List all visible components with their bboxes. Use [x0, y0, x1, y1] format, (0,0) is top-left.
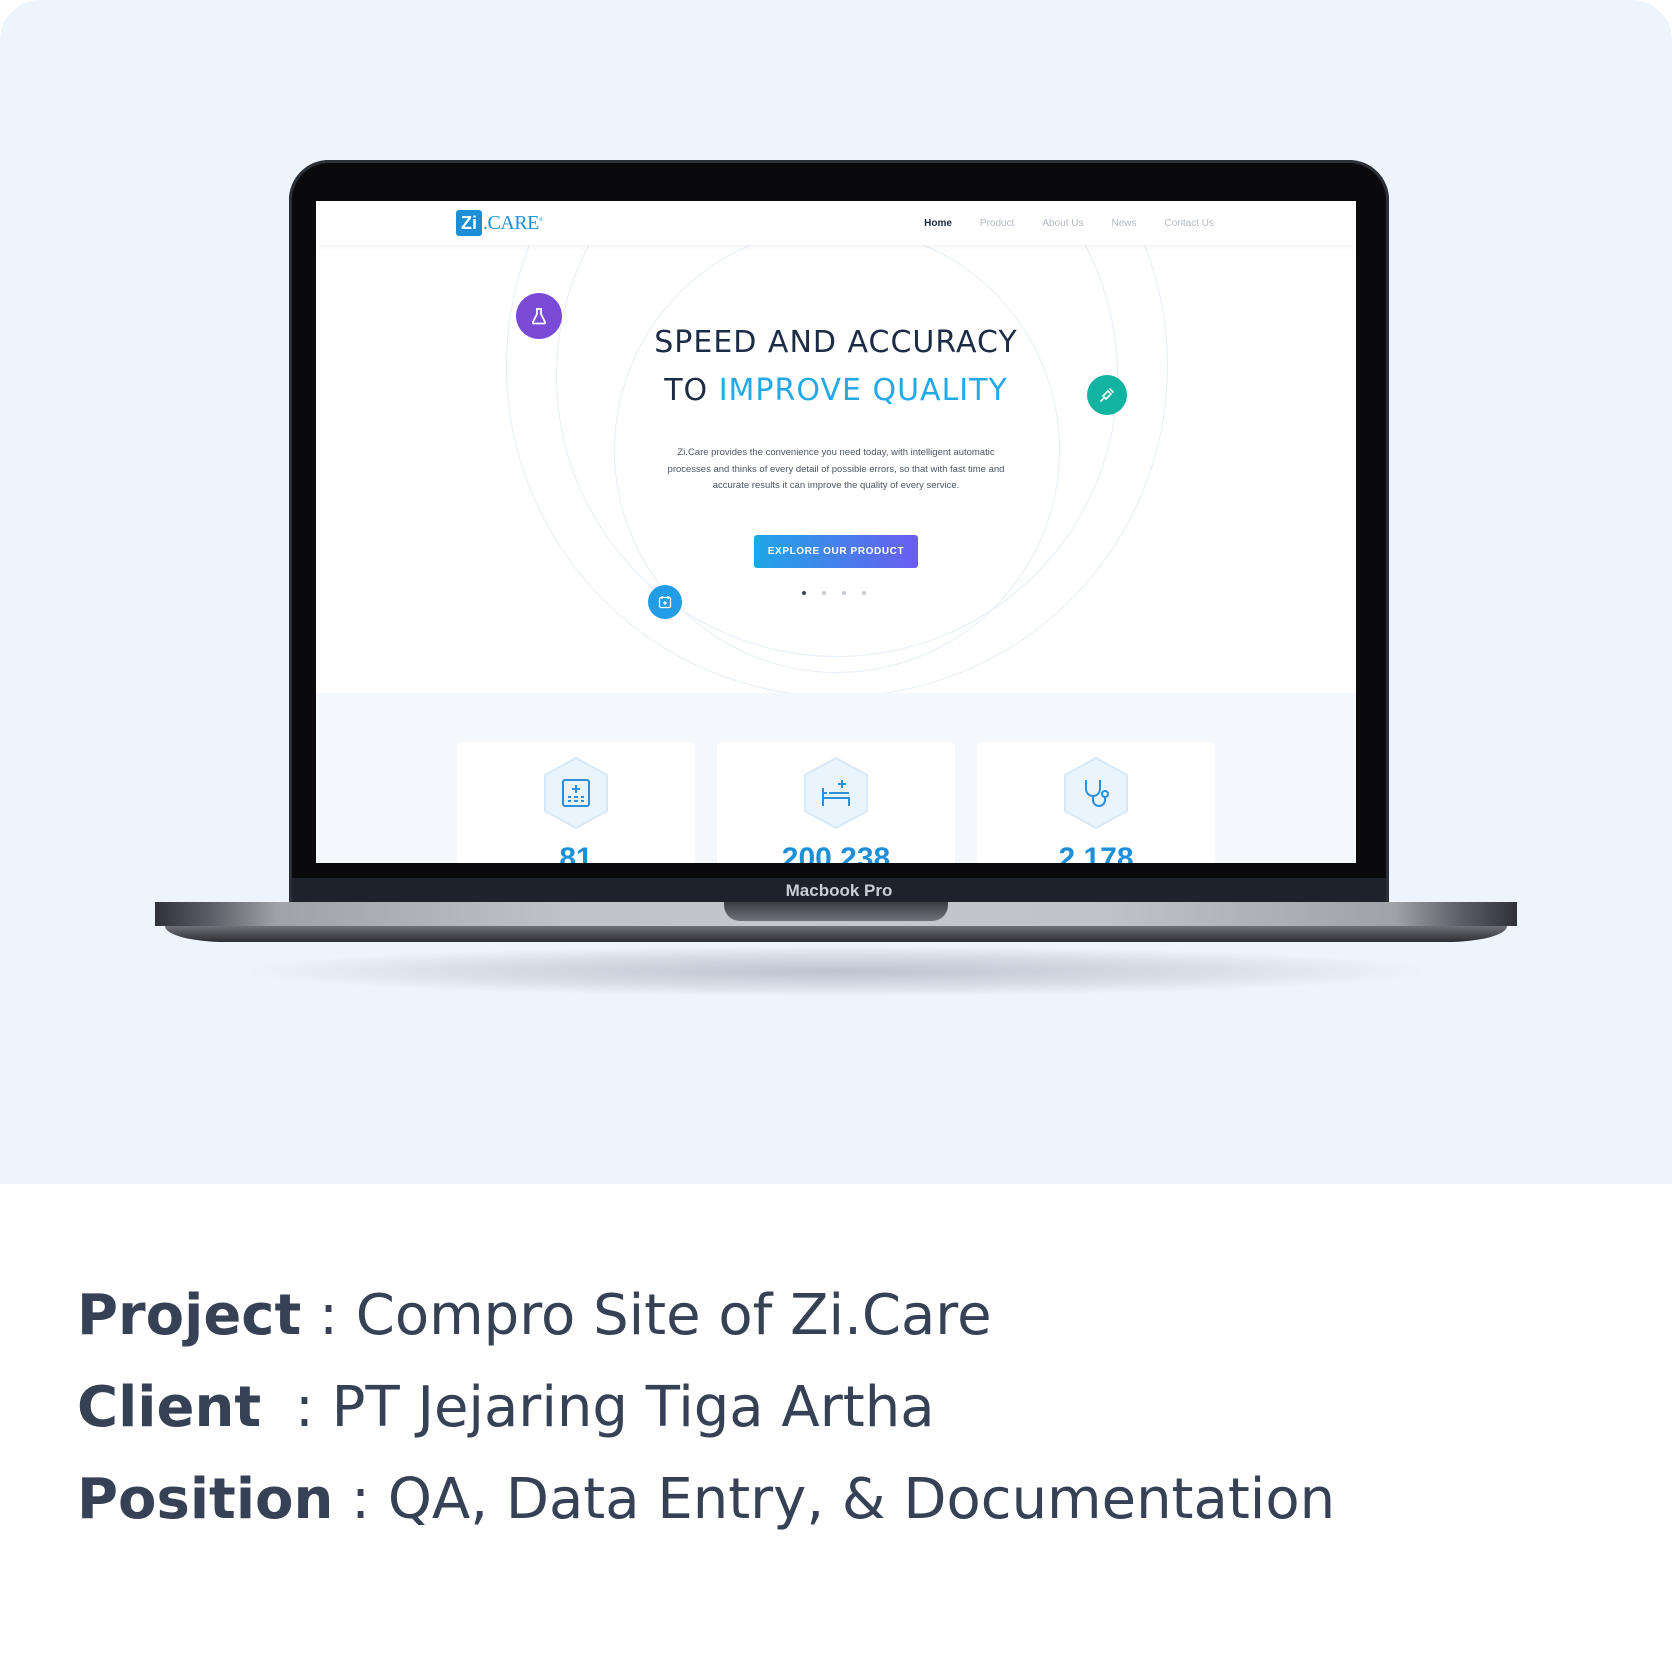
hero-headline-line2: TO IMPROVE QUALITY — [664, 373, 1008, 408]
stethoscope-icon — [1064, 756, 1128, 830]
nav-link-home[interactable]: Home — [924, 218, 952, 229]
stats-section: 81 200.238 2.178 — [316, 693, 1356, 863]
caption-position-value: : QA, Data Entry, & Documentation — [333, 1467, 1336, 1532]
nav-link-about-us[interactable]: About Us — [1042, 218, 1083, 229]
site-navbar: Zi .CARE® Home Product About Us News Con… — [316, 201, 1356, 245]
hero-headline-line1: SPEED AND ACCURACY — [654, 325, 1018, 360]
project-caption: Project : Compro Site of Zi.Care Client:… — [77, 1270, 1335, 1546]
stat-value: 81 — [559, 842, 593, 863]
caption-position-row: Position : QA, Data Entry, & Documentati… — [77, 1454, 1335, 1546]
stat-card-doctors: 2.178 — [977, 742, 1215, 863]
stat-card-hospitals: 81 — [457, 742, 695, 863]
caption-project-value: : Compro Site of Zi.Care — [301, 1283, 992, 1348]
nav-link-news[interactable]: News — [1112, 218, 1137, 229]
caption-project-key: Project — [77, 1283, 302, 1348]
medical-calendar-icon — [648, 585, 682, 619]
hero-description: Zi.Care provides the convenience you nee… — [667, 447, 1005, 491]
caption-position-key: Position — [77, 1467, 334, 1532]
carousel-dot-1[interactable] — [802, 591, 806, 595]
carousel-dots — [802, 591, 866, 595]
logo-wordmark: .CARE® — [483, 211, 543, 234]
stat-card-beds: 200.238 — [717, 742, 955, 863]
device-label: Macbook Pro — [785, 881, 893, 900]
hero-section: SPEED AND ACCURACY TO IMPROVE QUALITY Zi… — [316, 245, 1356, 693]
laptop-chin: Macbook Pro — [292, 878, 1386, 904]
nav-links: Home Product About Us News Contact Us — [924, 201, 1214, 245]
caption-project-row: Project : Compro Site of Zi.Care — [77, 1270, 1335, 1362]
zicare-logo[interactable]: Zi .CARE® — [456, 210, 543, 236]
hero-headline-accent: IMPROVE QUALITY — [718, 373, 1008, 408]
nav-link-product[interactable]: Product — [980, 218, 1014, 229]
caption-client-value: : PT Jejaring Tiga Artha — [295, 1375, 935, 1440]
nav-link-contact-us[interactable]: Contact Us — [1165, 218, 1214, 229]
stat-value: 2.178 — [1058, 842, 1134, 863]
stat-value: 200.238 — [781, 842, 891, 863]
laptop-notch — [724, 902, 948, 921]
hospital-bed-icon — [804, 756, 868, 830]
caption-client-key: Client — [77, 1375, 262, 1440]
carousel-dot-3[interactable] — [842, 591, 846, 595]
laptop-shadow — [250, 946, 1422, 996]
laptop-base-edge — [165, 926, 1507, 942]
laptop-screen: Zi .CARE® Home Product About Us News Con… — [316, 201, 1356, 863]
portfolio-card: Zi .CARE® Home Product About Us News Con… — [0, 0, 1672, 1672]
hospital-icon — [544, 756, 608, 830]
carousel-dot-2[interactable] — [822, 591, 826, 595]
logo-mark: Zi — [456, 210, 482, 236]
caption-client-row: Client : PT Jejaring Tiga Artha — [77, 1362, 1335, 1454]
explore-product-button[interactable]: EXPLORE OUR PRODUCT — [754, 535, 918, 568]
carousel-dot-4[interactable] — [862, 591, 866, 595]
